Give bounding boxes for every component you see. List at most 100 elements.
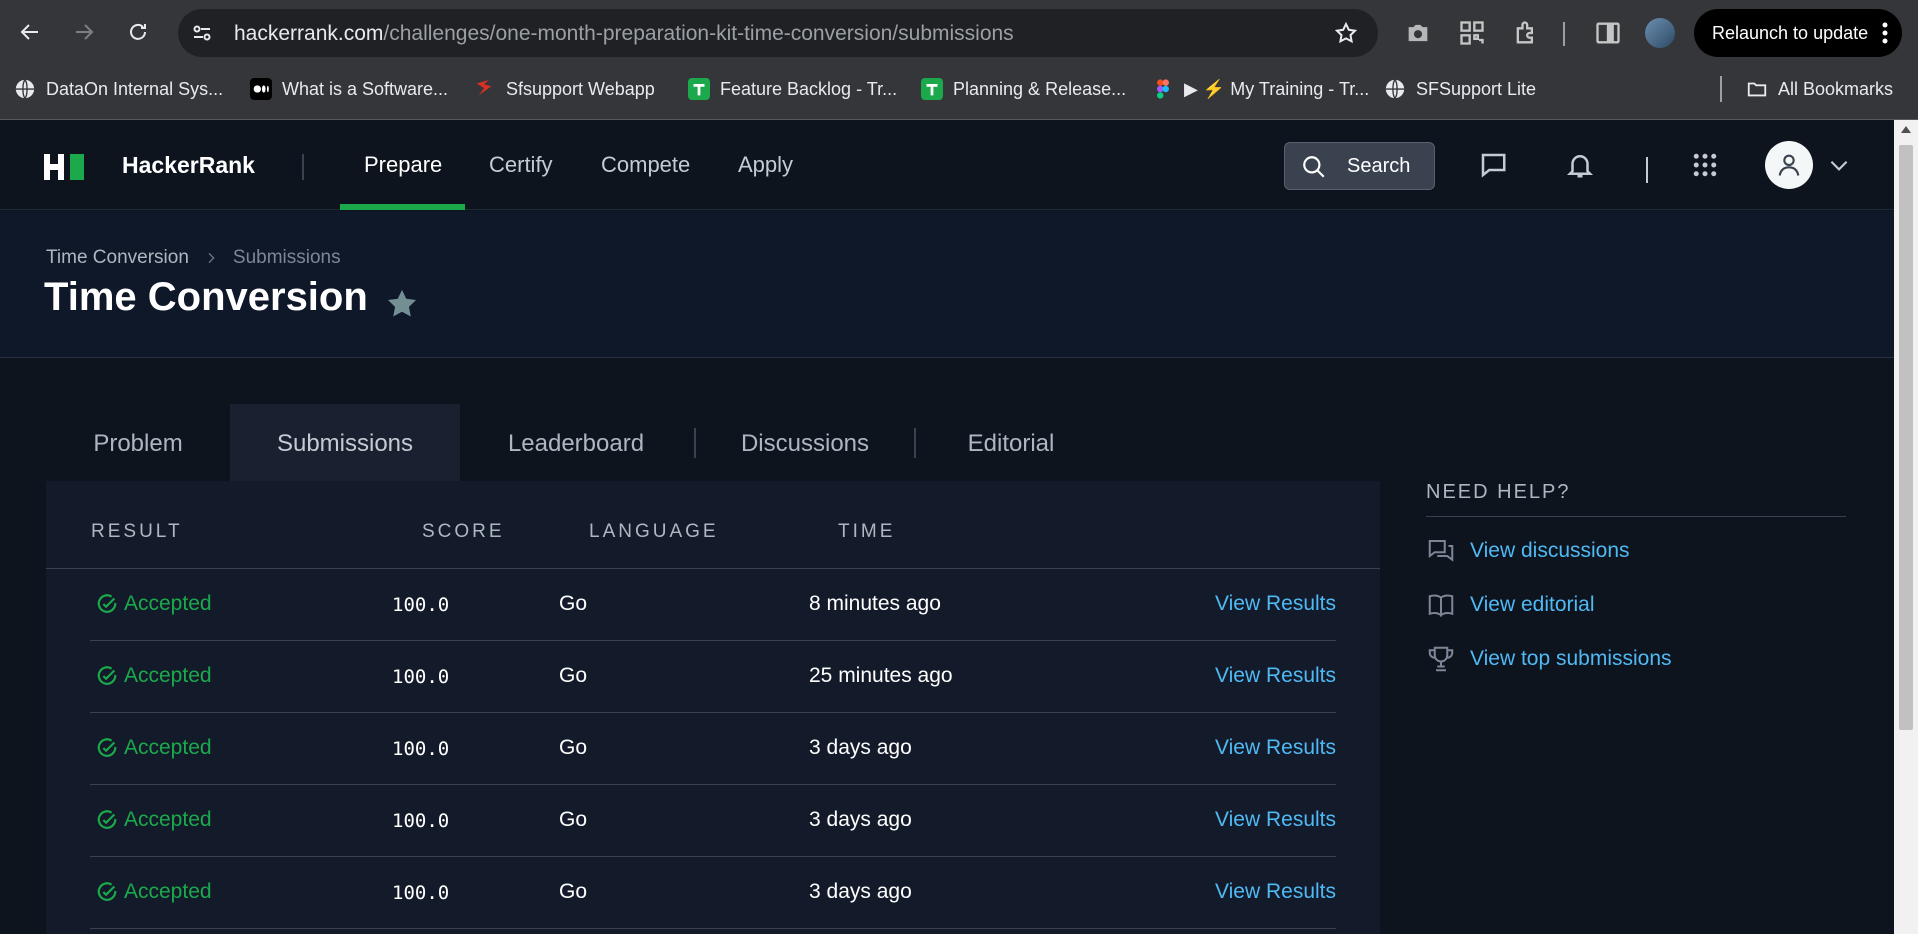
- profile-avatar[interactable]: [1645, 18, 1675, 48]
- need-help-title: NEED HELP?: [1426, 481, 1846, 517]
- bookmark-label: What is a Software...: [282, 78, 449, 99]
- time-cell: 3 days ago: [809, 736, 912, 759]
- chevron-down-icon[interactable]: [1826, 152, 1852, 178]
- search-label: Search: [1347, 154, 1411, 177]
- back-button[interactable]: [10, 12, 50, 52]
- star-icon[interactable]: [385, 287, 419, 321]
- tab-editorial[interactable]: Editorial: [916, 404, 1106, 484]
- page-title: Time Conversion: [44, 275, 368, 319]
- view-results-link[interactable]: View Results: [1215, 664, 1336, 688]
- user-avatar[interactable]: [1765, 141, 1813, 189]
- extensions-icon[interactable]: [1512, 19, 1540, 47]
- forward-button[interactable]: [64, 12, 104, 52]
- qr-code-icon[interactable]: [1458, 19, 1486, 47]
- view-results-link[interactable]: View Results: [1215, 736, 1336, 760]
- time-cell: 8 minutes ago: [809, 592, 941, 615]
- bookmark-label: Feature Backlog - Tr...: [720, 78, 898, 99]
- side-panel-icon[interactable]: [1594, 19, 1622, 47]
- language-cell: Go: [559, 592, 588, 615]
- address-bar[interactable]: hackerrank.com/challenges/one-month-prep…: [178, 9, 1378, 57]
- globe-icon: [1385, 79, 1405, 99]
- header-language: LANGUAGE: [589, 521, 719, 542]
- breadcrumb: Time Conversion Submissions: [46, 247, 341, 269]
- search-button[interactable]: Search: [1284, 142, 1435, 190]
- chat-icon[interactable]: [1478, 150, 1508, 180]
- brand-name[interactable]: HackerRank: [122, 152, 255, 179]
- scroll-up-arrow-icon[interactable]: [1901, 126, 1911, 133]
- bookmarks-bar: DataOn Internal Sys... What is a Softwar…: [0, 68, 1918, 110]
- bookmark-item[interactable]: Feature Backlog - Tr...: [688, 76, 897, 102]
- language-cell: Go: [559, 736, 588, 759]
- bookmark-label: ▶ ⚡ My Training - Tr...: [1184, 78, 1370, 99]
- more-menu-icon: [1882, 22, 1888, 44]
- apps-grid-icon[interactable]: [1690, 150, 1720, 180]
- nav-apply[interactable]: Apply: [738, 152, 793, 178]
- bookmark-label: Sfsupport Webapp: [506, 78, 655, 99]
- language-cell: Go: [559, 808, 588, 831]
- tab-leaderboard[interactable]: Leaderboard: [460, 404, 692, 484]
- scrollbar-thumb[interactable]: [1899, 145, 1913, 730]
- result-label: Accepted: [124, 736, 212, 759]
- bookmark-star-icon[interactable]: [1334, 21, 1358, 45]
- time-cell: 25 minutes ago: [809, 664, 953, 687]
- bookmark-item[interactable]: What is a Software...: [250, 76, 448, 102]
- view-results-link[interactable]: View Results: [1215, 808, 1336, 832]
- sheets-icon: [688, 78, 710, 100]
- bookmark-item[interactable]: DataOn Internal Sys...: [14, 76, 223, 102]
- bookmark-item[interactable]: ▶ ⚡ My Training - Tr...: [1152, 76, 1369, 102]
- bookmark-item[interactable]: SFSupport Lite: [1384, 76, 1536, 102]
- result-label: Accepted: [124, 592, 212, 615]
- globe-icon: [15, 79, 35, 99]
- language-cell: Go: [559, 880, 588, 903]
- help-link-label: View top submissions: [1470, 647, 1672, 670]
- table-row: Accepted 100.0 Go 25 minutes ago View Re…: [90, 641, 1336, 713]
- site-settings-icon[interactable]: [190, 21, 214, 45]
- time-cell: 3 days ago: [809, 880, 912, 903]
- relaunch-button[interactable]: Relaunch to update: [1694, 9, 1902, 57]
- tab-problem[interactable]: Problem: [46, 404, 230, 484]
- bookmark-label: Planning & Release...: [953, 78, 1127, 99]
- table-row: Accepted 100.0 Go 3 days ago View Result…: [90, 713, 1336, 785]
- help-link-label: View discussions: [1470, 539, 1630, 562]
- view-results-link[interactable]: View Results: [1215, 592, 1336, 616]
- result-cell: Accepted: [96, 880, 212, 904]
- all-bookmarks[interactable]: All Bookmarks: [1746, 76, 1893, 102]
- bell-icon[interactable]: [1565, 150, 1595, 180]
- score-cell: 100.0: [392, 594, 450, 616]
- nav-certify[interactable]: Certify: [489, 152, 553, 178]
- tab-discussions[interactable]: Discussions: [696, 404, 914, 484]
- nav-compete[interactable]: Compete: [601, 152, 690, 178]
- discussions-icon: [1428, 540, 1454, 562]
- reload-button[interactable]: [118, 12, 158, 52]
- site-navbar: HackerRank Prepare Certify Compete Apply…: [0, 120, 1894, 210]
- check-circle-icon: [97, 738, 117, 757]
- breadcrumb-challenge[interactable]: Time Conversion: [46, 247, 189, 269]
- view-discussions-link[interactable]: View discussions: [1426, 535, 1630, 567]
- browser-toolbar: hackerrank.com/challenges/one-month-prep…: [0, 0, 1918, 66]
- view-results-link[interactable]: View Results: [1215, 880, 1336, 904]
- bookmark-item[interactable]: Planning & Release...: [921, 76, 1126, 102]
- url-text[interactable]: hackerrank.com/challenges/one-month-prep…: [234, 22, 1014, 46]
- hackerrank-logo-icon[interactable]: [44, 154, 90, 180]
- check-circle-icon: [97, 594, 117, 613]
- result-cell: Accepted: [96, 592, 212, 616]
- table-row: Accepted 100.0 Go 3 days ago View Result…: [90, 785, 1336, 857]
- challenge-header: Time Conversion Submissions Time Convers…: [0, 211, 1894, 358]
- score-cell: 100.0: [392, 738, 450, 760]
- result-label: Accepted: [124, 880, 212, 903]
- result-label: Accepted: [124, 808, 212, 831]
- table-row: Accepted 100.0 Go 3 days ago View Result…: [90, 857, 1336, 929]
- table-row: Accepted 100.0 Go 8 minutes ago View Res…: [90, 569, 1336, 641]
- view-top-submissions-link[interactable]: View top submissions: [1426, 643, 1672, 675]
- trophy-icon: [1428, 646, 1454, 672]
- camera-icon[interactable]: [1404, 19, 1432, 47]
- view-editorial-link[interactable]: View editorial: [1426, 589, 1595, 621]
- chevron-right-icon: [208, 252, 215, 264]
- bookmark-item[interactable]: Sfsupport Webapp: [474, 76, 655, 102]
- book-icon: [1428, 594, 1454, 617]
- nav-prepare[interactable]: Prepare: [364, 152, 442, 178]
- tab-submissions[interactable]: Submissions: [230, 404, 460, 484]
- result-cell: Accepted: [96, 664, 212, 688]
- relaunch-label: Relaunch to update: [1712, 22, 1869, 43]
- page-scrollbar[interactable]: [1894, 120, 1918, 934]
